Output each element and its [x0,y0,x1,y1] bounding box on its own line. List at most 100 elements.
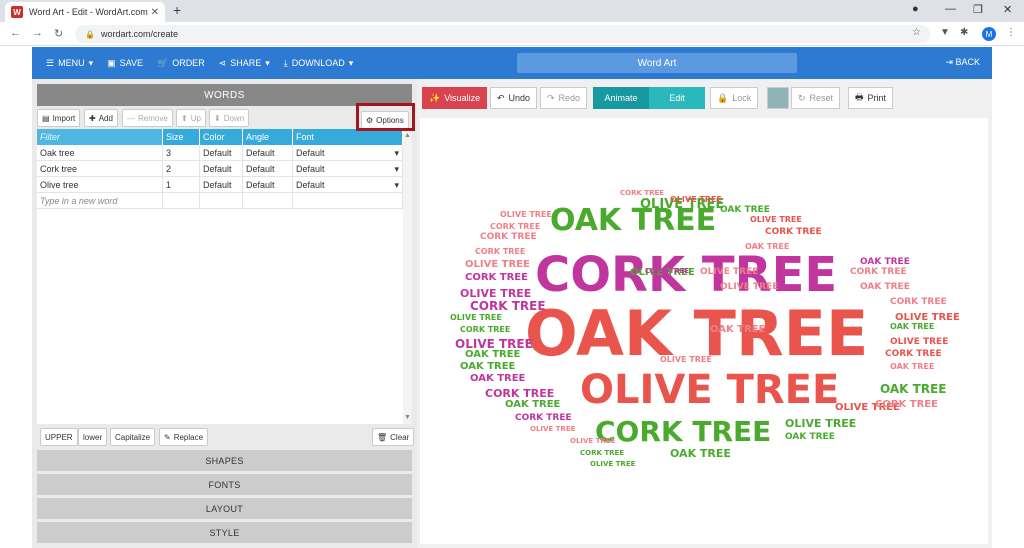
cell-angle[interactable]: Default [243,161,293,176]
cloud-word[interactable]: CORK TREE [885,350,942,359]
cloud-word[interactable]: OAK TREE [890,363,934,371]
cloud-word[interactable]: OAK TREE [460,362,515,372]
cloud-word[interactable]: OLIVE TREE [460,288,531,299]
cloud-word[interactable]: CORK TREE [515,414,572,423]
close-icon[interactable]: ✕ [151,7,159,18]
cloud-word[interactable]: CORK TREE [620,190,664,197]
fonts-section-header[interactable]: FONTS [37,474,412,495]
scroll-up-icon[interactable]: ▲ [404,132,411,139]
up-button[interactable]: ⬆ Up [176,109,206,127]
cloud-word[interactable]: OAK TREE [880,383,946,395]
table-scrollbar[interactable]: ▲ ▼ [403,129,412,424]
cloud-word[interactable]: CORK TREE [475,248,525,256]
reload-icon[interactable]: ↻ [54,27,63,40]
new-word-row[interactable]: Type in a new word [37,193,412,209]
cloud-word[interactable]: CORK TREE [480,233,537,242]
dropdown-caret-icon[interactable]: ▾ [394,148,399,158]
new-word-input[interactable]: Type in a new word [37,193,163,208]
redo-button[interactable]: ↷ Redo [540,87,588,109]
avatar[interactable]: M [982,27,996,41]
browser-tab[interactable]: W Word Art - Edit - WordArt.com ✕ [5,2,165,22]
style-section-header[interactable]: STYLE [37,522,412,543]
background-color-swatch[interactable] [767,87,789,109]
menu-button[interactable]: ☰ MENU ▾ [46,58,93,69]
cell-size[interactable]: 1 [163,177,200,192]
cloud-word[interactable]: OAK TREE [710,325,765,335]
replace-button[interactable]: ✎ Replace [159,428,209,446]
table-row[interactable]: Cork tree 2 Default Default Default ▾ [37,161,412,177]
filter-input[interactable]: Filter [37,129,163,145]
profile-dot-icon[interactable]: ● [912,3,919,15]
cell-size[interactable]: 2 [163,161,200,176]
cloud-word[interactable]: OLIVE TREE [660,356,712,364]
cloud-word[interactable]: OLIVE TREE [570,438,615,445]
download-button[interactable]: ⤓ DOWNLOAD ▾ [284,58,354,69]
column-angle[interactable]: Angle [243,129,293,145]
cloud-word[interactable]: CORK TREE [490,223,540,231]
undo-button[interactable]: ↶ Undo [490,87,538,109]
cloud-word[interactable]: CORK TREE [850,268,907,277]
cloud-word[interactable]: OAK TREE [860,258,910,267]
extensions-puzzle-icon[interactable]: ✱ [960,27,968,38]
cell-word[interactable]: Oak tree [37,145,163,160]
lower-button[interactable]: lower [78,428,108,446]
layout-section-header[interactable]: LAYOUT [37,498,412,519]
cloud-word[interactable]: OLIVE TREE [530,426,575,433]
window-close-icon[interactable]: ✕ [1003,3,1012,16]
scroll-down-icon[interactable]: ▼ [404,414,411,421]
cell-angle[interactable]: Default [243,177,293,192]
column-color[interactable]: Color [200,129,243,145]
cloud-word[interactable]: OAK TREE [465,350,520,360]
cloud-word[interactable]: CORK TREE [460,326,510,334]
animate-tab[interactable]: Animate [593,87,649,109]
capitalize-button[interactable]: Capitalize [110,428,156,446]
cloud-word[interactable]: OLIVE TREE [785,418,856,429]
cloud-word[interactable]: OAK TREE [670,448,731,459]
cloud-word[interactable]: OLIVE TREE [720,283,778,292]
cell-size[interactable]: 3 [163,145,200,160]
cloud-word[interactable]: OAK TREE [505,400,560,410]
cell-font[interactable]: Default ▾ [293,145,403,160]
upper-button[interactable]: UPPER [40,428,78,446]
cloud-word[interactable]: CORK TREE [875,400,938,410]
cloud-word[interactable]: OAK TREE [860,283,910,292]
forward-arrow-icon[interactable]: → [32,27,43,39]
cell-color[interactable]: Default [200,177,243,192]
cloud-word[interactable]: OLIVE TREE [700,268,758,277]
reset-button[interactable]: ↻ Reset [791,87,841,109]
cloud-word[interactable]: OLIVE TREE [450,314,502,322]
cloud-word[interactable]: OAK TREE [720,206,770,215]
lock-button[interactable]: 🔒 Lock [710,87,759,109]
dropdown-caret-icon[interactable]: ▾ [394,164,399,174]
word-cloud-canvas[interactable]: OAK TREE CORK TREE OAK TREE OLIVE TREE CORK … [420,118,988,544]
import-button[interactable]: ▤ Import [37,109,81,127]
save-button[interactable]: ▣ SAVE [107,58,143,69]
cell-font[interactable]: Default ▾ [293,161,403,176]
cloud-word[interactable]: OLIVE TREE [750,216,802,224]
add-button[interactable]: ✚ Add [84,109,118,127]
share-button[interactable]: ⋖ SHARE ▾ [219,58,270,69]
cloud-word[interactable]: CORK TREE [765,228,822,237]
order-button[interactable]: 🛒 ORDER [157,58,205,69]
maximize-icon[interactable]: ❐ [973,3,983,16]
cloud-word[interactable]: OAK TREE [785,433,835,442]
column-font[interactable]: Font [293,129,403,145]
visualize-button[interactable]: ✨ Visualize [422,87,488,109]
remove-button[interactable]: — Remove [122,109,173,127]
new-tab-icon[interactable]: + [173,2,181,18]
cell-word[interactable]: Olive tree [37,177,163,192]
kebab-menu-icon[interactable]: ⋮ [1006,27,1016,38]
down-button[interactable]: ⬇ Down [209,109,250,127]
cloud-word[interactable]: CORK TREE [470,300,546,312]
column-size[interactable]: Size [163,129,200,145]
dropdown-caret-icon[interactable]: ▾ [394,180,399,190]
cell-color[interactable]: Default [200,161,243,176]
cloud-word[interactable]: CORK TREE [595,418,771,446]
cloud-word[interactable]: OLIVE TREE [500,211,552,219]
cell-angle[interactable]: Default [243,145,293,160]
edit-tab[interactable]: Edit [649,87,705,109]
cloud-word[interactable]: OLIVE TREE [580,370,839,410]
cloud-word[interactable]: CORK TREE [890,298,947,307]
cloud-word[interactable]: OLIVE TREE [590,461,635,468]
cloud-word[interactable]: OLIVE TREE [670,196,722,204]
